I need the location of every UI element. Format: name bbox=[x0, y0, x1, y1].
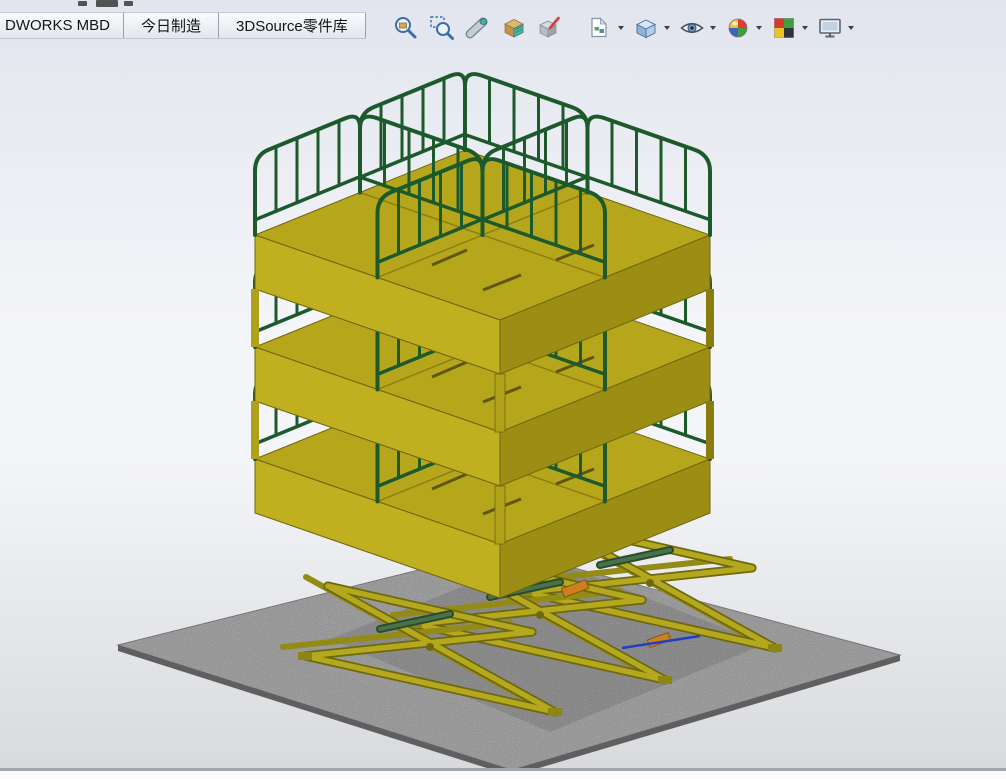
dropdown-arrow-icon[interactable] bbox=[848, 26, 854, 30]
hide-show-items-icon[interactable] bbox=[678, 14, 706, 42]
solidworks-window: DWORKS MBD 今日制造 3DSource零件库 bbox=[0, 0, 1006, 779]
tab-solidworks-mbd[interactable]: DWORKS MBD bbox=[0, 13, 124, 38]
window-bottom-strip bbox=[0, 771, 1006, 779]
zoom-to-area-icon[interactable] bbox=[428, 14, 456, 42]
dropdown-arrow-icon[interactable] bbox=[664, 26, 670, 30]
tab-jinri-zhizao[interactable]: 今日制造 bbox=[124, 13, 220, 38]
render-options-icon[interactable] bbox=[770, 14, 798, 42]
tab-3dsource-parts[interactable]: 3DSource零件库 bbox=[219, 13, 366, 38]
dropdown-arrow-icon[interactable] bbox=[710, 26, 716, 30]
clipped-text-fragment bbox=[78, 1, 87, 6]
tab-label: 今日制造 bbox=[141, 18, 202, 35]
clipped-menu-text bbox=[0, 0, 400, 11]
apply-scene-icon[interactable] bbox=[586, 14, 614, 42]
previous-view-icon[interactable] bbox=[464, 14, 492, 42]
dropdown-arrow-icon[interactable] bbox=[618, 26, 624, 30]
tab-label: 3DSource零件库 bbox=[236, 18, 348, 35]
clipped-text-fragment bbox=[96, 0, 118, 7]
tab-label: DWORKS MBD bbox=[5, 17, 110, 34]
view-orientation-icon[interactable] bbox=[632, 14, 660, 42]
view-settings-icon[interactable] bbox=[816, 14, 844, 42]
dropdown-arrow-icon[interactable] bbox=[802, 26, 808, 30]
annotation-views-icon[interactable] bbox=[536, 14, 564, 42]
heads-up-view-toolbar bbox=[392, 13, 854, 43]
graphics-area[interactable]: DWORKS MBD 今日制造 3DSource零件库 bbox=[0, 0, 1006, 768]
clipped-text-fragment bbox=[124, 1, 133, 6]
section-view-icon[interactable] bbox=[500, 14, 528, 42]
zoom-to-fit-icon[interactable] bbox=[392, 14, 420, 42]
model-3d-view[interactable] bbox=[0, 44, 1006, 768]
commandmanager-tabs: DWORKS MBD 今日制造 3DSource零件库 bbox=[0, 12, 366, 39]
dropdown-arrow-icon[interactable] bbox=[756, 26, 762, 30]
edit-appearance-icon[interactable] bbox=[724, 14, 752, 42]
